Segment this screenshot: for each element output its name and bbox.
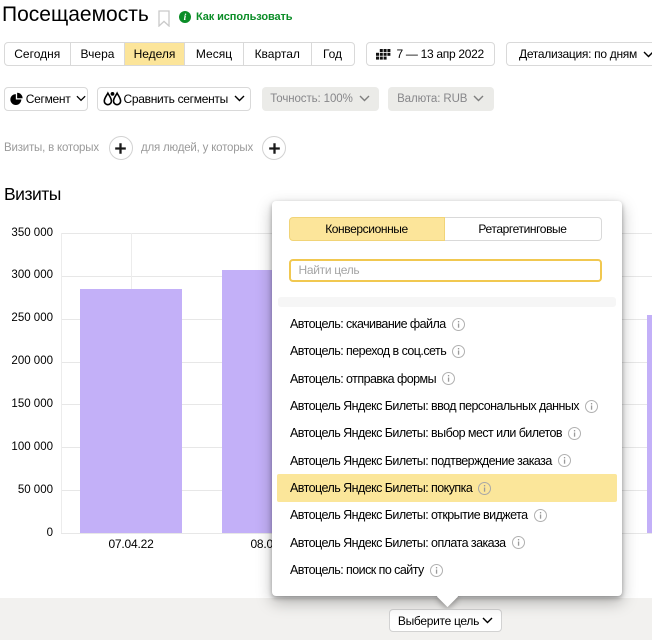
svg-text:i: i [184,13,187,23]
